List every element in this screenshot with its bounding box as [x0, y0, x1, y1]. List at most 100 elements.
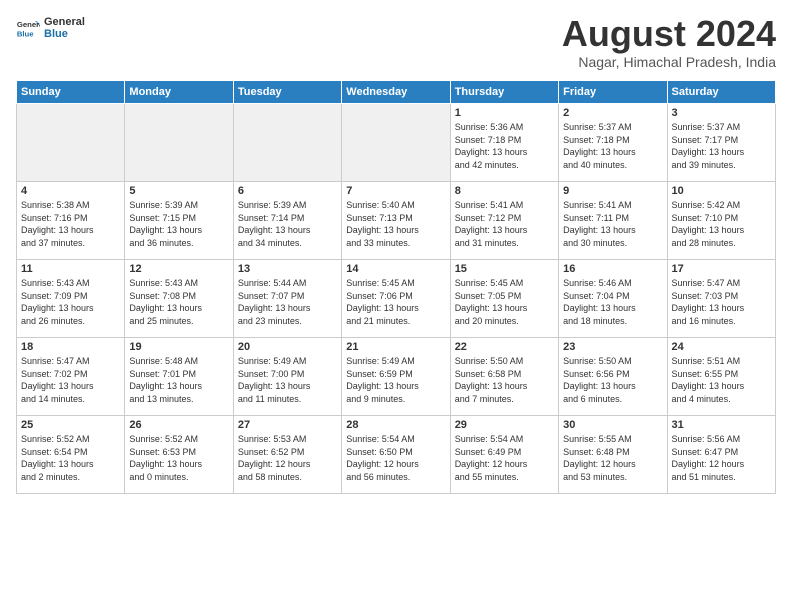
day-info: Sunrise: 5:39 AM Sunset: 7:15 PM Dayligh… — [129, 199, 228, 249]
day-info: Sunrise: 5:36 AM Sunset: 7:18 PM Dayligh… — [455, 121, 554, 171]
day-number: 12 — [129, 263, 228, 275]
logo-text: General Blue — [44, 16, 85, 40]
table-cell: 22 Sunrise: 5:50 AM Sunset: 6:58 PM Dayli… — [450, 338, 558, 416]
table-cell: 9 Sunrise: 5:41 AM Sunset: 7:11 PM Daylig… — [559, 182, 667, 260]
day-number: 21 — [346, 341, 445, 353]
day-info: Sunrise: 5:39 AM Sunset: 7:14 PM Dayligh… — [238, 199, 337, 249]
table-cell: 18 Sunrise: 5:47 AM Sunset: 7:02 PM Dayli… — [17, 338, 125, 416]
svg-text:Blue: Blue — [17, 30, 34, 39]
day-number: 23 — [563, 341, 662, 353]
table-cell: 16 Sunrise: 5:46 AM Sunset: 7:04 PM Dayli… — [559, 260, 667, 338]
day-info: Sunrise: 5:45 AM Sunset: 7:06 PM Dayligh… — [346, 277, 445, 327]
day-info: Sunrise: 5:41 AM Sunset: 7:11 PM Dayligh… — [563, 199, 662, 249]
day-number: 19 — [129, 341, 228, 353]
table-cell: 10 Sunrise: 5:42 AM Sunset: 7:10 PM Dayli… — [667, 182, 775, 260]
day-number: 14 — [346, 263, 445, 275]
table-cell: 24Sunrise: 5:51 AM Sunset: 6:55 PM Dayli… — [667, 338, 775, 416]
day-number: 26 — [129, 419, 228, 431]
table-cell: 12 Sunrise: 5:43 AM Sunset: 7:08 PM Dayli… — [125, 260, 233, 338]
day-number: 25 — [21, 419, 120, 431]
table-cell: 14 Sunrise: 5:45 AM Sunset: 7:06 PM Dayli… — [342, 260, 450, 338]
day-number: 18 — [21, 341, 120, 353]
table-cell: 13 Sunrise: 5:44 AM Sunset: 7:07 PM Dayli… — [233, 260, 341, 338]
day-info: Sunrise: 5:40 AM Sunset: 7:13 PM Dayligh… — [346, 199, 445, 249]
day-number: 13 — [238, 263, 337, 275]
table-cell: 11Sunrise: 5:43 AM Sunset: 7:09 PM Dayli… — [17, 260, 125, 338]
table-cell: 4Sunrise: 5:38 AM Sunset: 7:16 PM Daylig… — [17, 182, 125, 260]
day-info: Sunrise: 5:50 AM Sunset: 6:56 PM Dayligh… — [563, 355, 662, 405]
table-cell: 3Sunrise: 5:37 AM Sunset: 7:17 PM Daylig… — [667, 104, 775, 182]
table-cell: 25 Sunrise: 5:52 AM Sunset: 6:54 PM Dayli… — [17, 416, 125, 494]
table-cell: 2 Sunrise: 5:37 AM Sunset: 7:18 PM Daylig… — [559, 104, 667, 182]
day-info: Sunrise: 5:37 AM Sunset: 7:18 PM Dayligh… — [563, 121, 662, 171]
week-row-5: 25 Sunrise: 5:52 AM Sunset: 6:54 PM Dayli… — [17, 416, 776, 494]
table-cell: 30Sunrise: 5:55 AM Sunset: 6:48 PM Dayli… — [559, 416, 667, 494]
day-info: Sunrise: 5:48 AM Sunset: 7:01 PM Dayligh… — [129, 355, 228, 405]
day-number: 27 — [238, 419, 337, 431]
table-cell: 28Sunrise: 5:54 AM Sunset: 6:50 PM Dayli… — [342, 416, 450, 494]
logo-blue: Blue — [44, 28, 85, 40]
day-info: Sunrise: 5:43 AM Sunset: 7:08 PM Dayligh… — [129, 277, 228, 327]
table-cell: 26 Sunrise: 5:52 AM Sunset: 6:53 PM Dayli… — [125, 416, 233, 494]
table-cell: 8Sunrise: 5:41 AM Sunset: 7:12 PM Daylig… — [450, 182, 558, 260]
table-cell: 29 Sunrise: 5:54 AM Sunset: 6:49 PM Dayli… — [450, 416, 558, 494]
day-number: 29 — [455, 419, 554, 431]
table-cell: 6 Sunrise: 5:39 AM Sunset: 7:14 PM Daylig… — [233, 182, 341, 260]
table-cell: 19 Sunrise: 5:48 AM Sunset: 7:01 PM Dayli… — [125, 338, 233, 416]
table-cell: 21Sunrise: 5:49 AM Sunset: 6:59 PM Dayli… — [342, 338, 450, 416]
day-info: Sunrise: 5:46 AM Sunset: 7:04 PM Dayligh… — [563, 277, 662, 327]
day-number: 2 — [563, 107, 662, 119]
table-cell — [342, 104, 450, 182]
day-info: Sunrise: 5:45 AM Sunset: 7:05 PM Dayligh… — [455, 277, 554, 327]
col-wednesday: Wednesday — [342, 81, 450, 104]
logo-general: General — [44, 16, 85, 28]
table-cell: 5 Sunrise: 5:39 AM Sunset: 7:15 PM Daylig… — [125, 182, 233, 260]
logo: General Blue General Blue — [16, 16, 85, 40]
day-info: Sunrise: 5:43 AM Sunset: 7:09 PM Dayligh… — [21, 277, 120, 327]
table-cell — [125, 104, 233, 182]
calendar-table: Sunday Monday Tuesday Wednesday Thursday… — [16, 80, 776, 494]
col-saturday: Saturday — [667, 81, 775, 104]
table-cell — [233, 104, 341, 182]
day-info: Sunrise: 5:49 AM Sunset: 7:00 PM Dayligh… — [238, 355, 337, 405]
day-number: 10 — [672, 185, 771, 197]
day-info: Sunrise: 5:44 AM Sunset: 7:07 PM Dayligh… — [238, 277, 337, 327]
day-info: Sunrise: 5:37 AM Sunset: 7:17 PM Dayligh… — [672, 121, 771, 171]
day-info: Sunrise: 5:52 AM Sunset: 6:54 PM Dayligh… — [21, 433, 120, 483]
header-row: Sunday Monday Tuesday Wednesday Thursday… — [17, 81, 776, 104]
col-monday: Monday — [125, 81, 233, 104]
day-info: Sunrise: 5:38 AM Sunset: 7:16 PM Dayligh… — [21, 199, 120, 249]
col-friday: Friday — [559, 81, 667, 104]
header: General Blue General Blue August 2024 Na… — [16, 16, 776, 70]
day-number: 28 — [346, 419, 445, 431]
day-number: 22 — [455, 341, 554, 353]
day-number: 16 — [563, 263, 662, 275]
day-number: 15 — [455, 263, 554, 275]
table-cell: 1Sunrise: 5:36 AM Sunset: 7:18 PM Daylig… — [450, 104, 558, 182]
day-info: Sunrise: 5:52 AM Sunset: 6:53 PM Dayligh… — [129, 433, 228, 483]
day-info: Sunrise: 5:56 AM Sunset: 6:47 PM Dayligh… — [672, 433, 771, 483]
day-number: 24 — [672, 341, 771, 353]
table-cell: 7 Sunrise: 5:40 AM Sunset: 7:13 PM Daylig… — [342, 182, 450, 260]
day-info: Sunrise: 5:41 AM Sunset: 7:12 PM Dayligh… — [455, 199, 554, 249]
col-sunday: Sunday — [17, 81, 125, 104]
day-info: Sunrise: 5:47 AM Sunset: 7:02 PM Dayligh… — [21, 355, 120, 405]
table-cell: 27Sunrise: 5:53 AM Sunset: 6:52 PM Dayli… — [233, 416, 341, 494]
day-number: 5 — [129, 185, 228, 197]
day-info: Sunrise: 5:54 AM Sunset: 6:49 PM Dayligh… — [455, 433, 554, 483]
table-cell: 31Sunrise: 5:56 AM Sunset: 6:47 PM Dayli… — [667, 416, 775, 494]
day-number: 7 — [346, 185, 445, 197]
week-row-1: 1Sunrise: 5:36 AM Sunset: 7:18 PM Daylig… — [17, 104, 776, 182]
day-number: 9 — [563, 185, 662, 197]
col-tuesday: Tuesday — [233, 81, 341, 104]
day-info: Sunrise: 5:42 AM Sunset: 7:10 PM Dayligh… — [672, 199, 771, 249]
page-container: General Blue General Blue August 2024 Na… — [0, 0, 792, 502]
day-number: 6 — [238, 185, 337, 197]
location: Nagar, Himachal Pradesh, India — [562, 54, 776, 70]
col-thursday: Thursday — [450, 81, 558, 104]
day-info: Sunrise: 5:50 AM Sunset: 6:58 PM Dayligh… — [455, 355, 554, 405]
day-number: 30 — [563, 419, 662, 431]
logo-icon: General Blue — [16, 16, 40, 40]
day-number: 20 — [238, 341, 337, 353]
week-row-4: 18 Sunrise: 5:47 AM Sunset: 7:02 PM Dayli… — [17, 338, 776, 416]
